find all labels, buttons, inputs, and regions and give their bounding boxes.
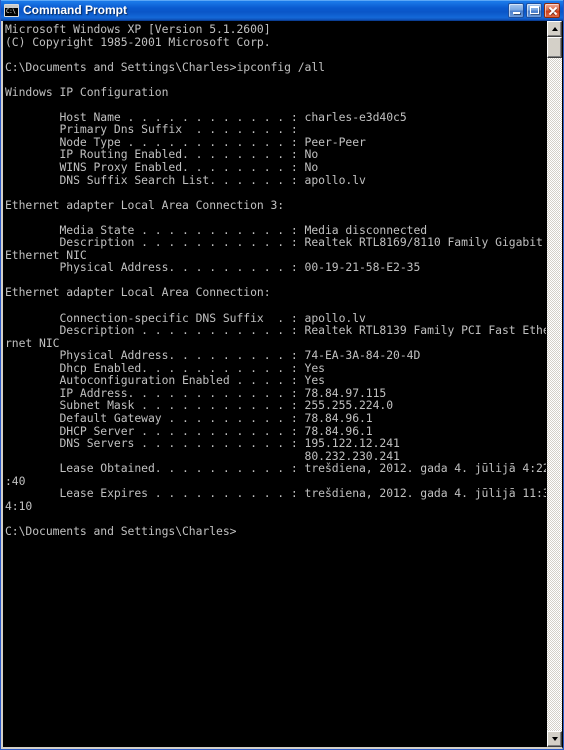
window-controls [508, 2, 562, 18]
console-line: C:\Documents and Settings\Charles>ipconf… [5, 59, 325, 74]
console-line: C:\Documents and Settings\Charles> [5, 523, 237, 538]
console-line: DNS Servers . . . . . . . . . . . : 195.… [5, 436, 400, 451]
console-line: Ethernet adapter Local Area Connection: [5, 285, 271, 300]
minimize-button[interactable] [508, 2, 524, 18]
close-icon [548, 6, 557, 15]
vertical-scrollbar[interactable] [546, 21, 562, 747]
window-client-area: Microsoft Windows XP [Version 5.1.2600](… [1, 21, 563, 749]
console-line: Physical Address. . . . . . . . . : 00-1… [5, 260, 421, 275]
console-line: Description . . . . . . . . . . . : Real… [5, 323, 546, 338]
console-icon-text: C:\ [6, 7, 16, 15]
maximize-icon [529, 6, 539, 14]
chevron-up-icon [551, 27, 558, 31]
window-title: Command Prompt [23, 3, 128, 17]
console-output[interactable]: Microsoft Windows XP [Version 5.1.2600](… [3, 21, 546, 747]
console-line: Windows IP Configuration [5, 84, 169, 99]
console-line: Description . . . . . . . . . . . : Real… [5, 235, 543, 250]
console-line: (C) Copyright 1985-2001 Microsoft Corp. [5, 34, 271, 49]
title-bar[interactable]: C:\ Command Prompt [1, 0, 563, 21]
console-line: Lease Expires . . . . . . . . . . : treš… [5, 486, 546, 501]
console-line: Physical Address. . . . . . . . . : 74-E… [5, 348, 421, 363]
scroll-down-arrow[interactable] [547, 731, 562, 747]
console-line: Microsoft Windows XP [Version 5.1.2600] [5, 22, 271, 36]
console-line: Lease Obtained. . . . . . . . . . : treš… [5, 461, 546, 476]
console-line: Ethernet adapter Local Area Connection 3… [5, 197, 285, 212]
command-prompt-window: C:\ Command Prompt Microsoft Windows XP … [0, 0, 564, 750]
console-line: WINS Proxy Enabled. . . . . . . . : No [5, 160, 319, 175]
maximize-button[interactable] [526, 2, 542, 18]
console-line: DNS Suffix Search List. . . . . . : apol… [5, 172, 366, 187]
console-line: Autoconfiguration Enabled . . . . : Yes [5, 373, 325, 388]
scroll-thumb[interactable] [547, 37, 562, 58]
scroll-up-arrow[interactable] [547, 21, 562, 37]
minimize-icon [512, 12, 520, 14]
chevron-down-icon [551, 737, 558, 741]
console-line: 4:10 [5, 498, 33, 513]
console-line: Default Gateway . . . . . . . . . : 78.8… [5, 410, 373, 425]
scrollbar-track[interactable] [547, 37, 562, 731]
console-icon: C:\ [4, 3, 19, 17]
close-button[interactable] [544, 2, 560, 18]
